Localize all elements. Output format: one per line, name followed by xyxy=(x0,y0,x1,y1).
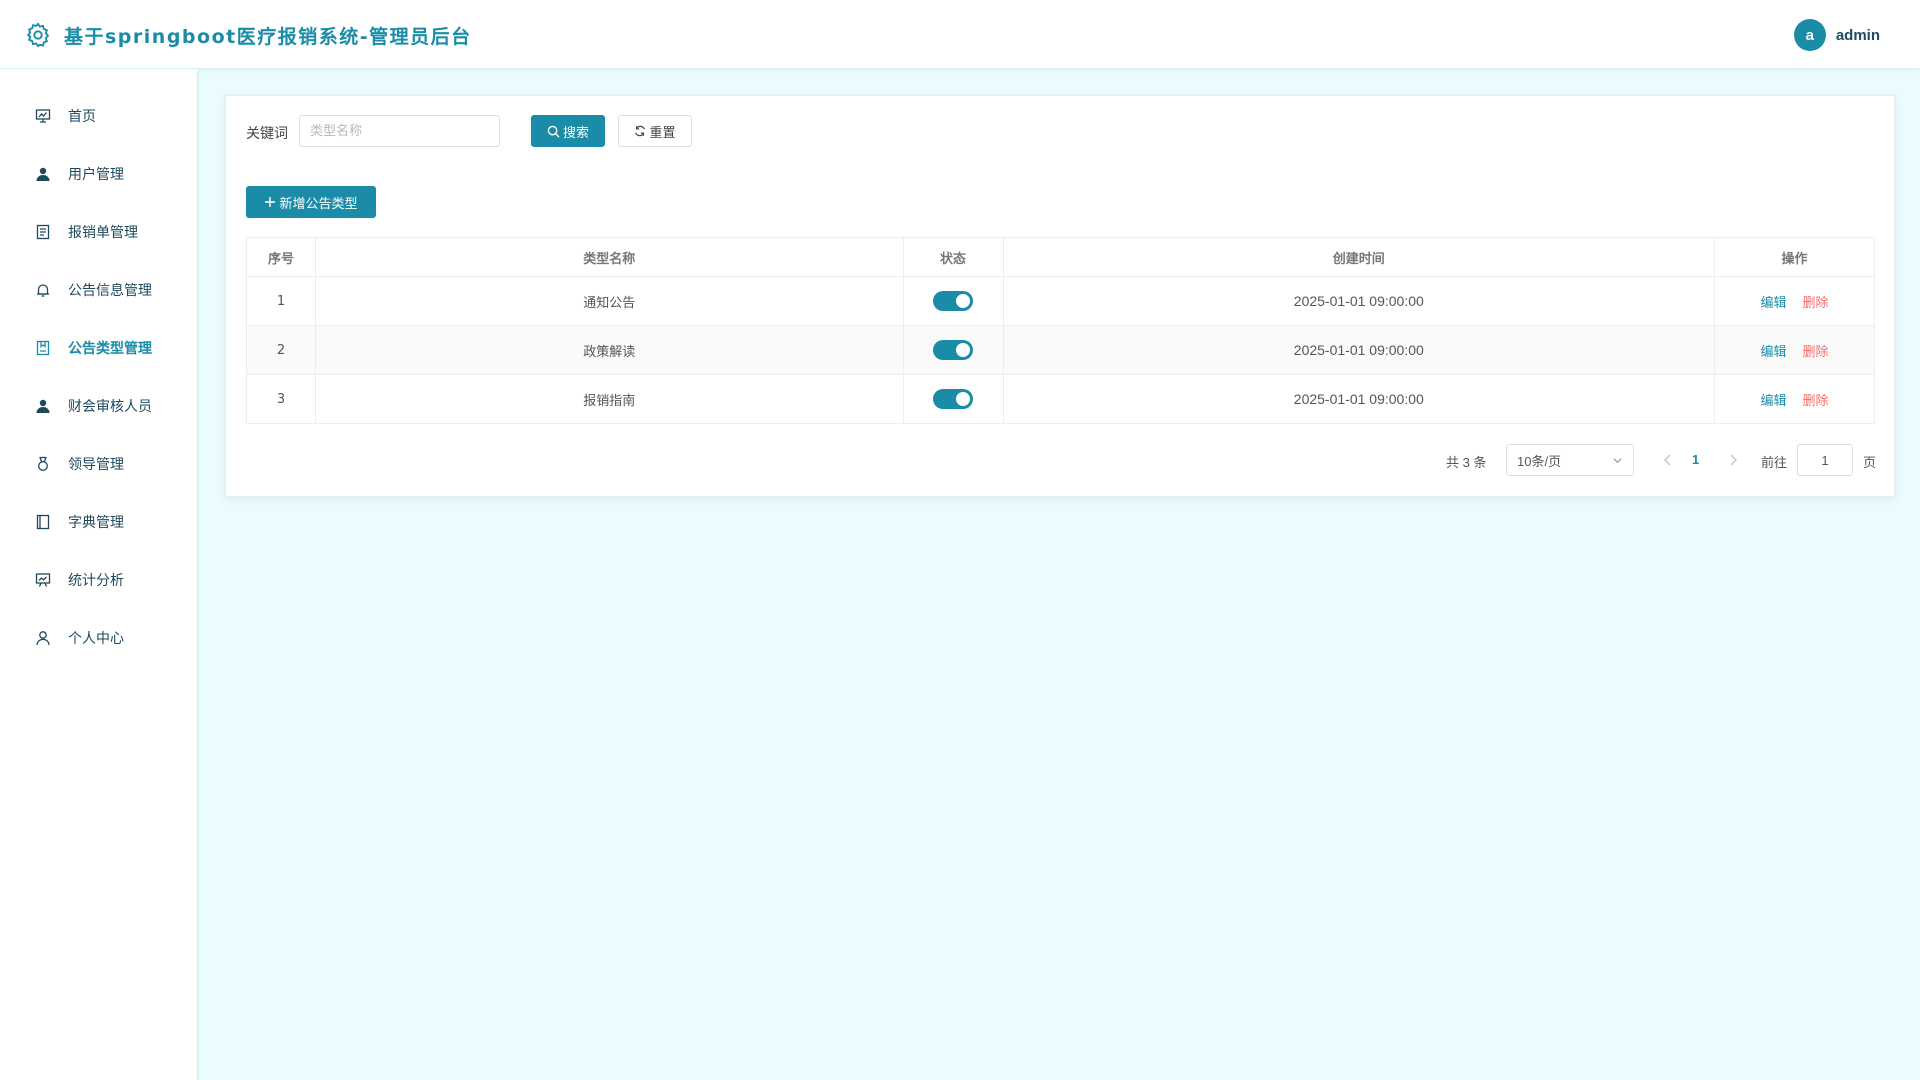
add-button-label: 新增公告类型 xyxy=(279,196,358,212)
prev-page-button[interactable] xyxy=(1659,450,1677,470)
status-cell xyxy=(902,276,1004,326)
status-cell xyxy=(902,325,1004,375)
sidebar-item-label: 报销单管理 xyxy=(68,225,138,241)
user-outline-icon xyxy=(34,629,52,647)
table-row: 3 报销指南 2025-01-01 09:00:00 编辑 删除 xyxy=(246,374,1875,424)
sidebar-item-label: 用户管理 xyxy=(68,167,124,183)
user-icon xyxy=(34,165,52,183)
sidebar-item-dictionary[interactable]: 字典管理 xyxy=(0,502,197,542)
sidebar-item-users[interactable]: 用户管理 xyxy=(0,154,197,194)
created-time: 2025-01-01 09:00:00 xyxy=(1002,325,1716,375)
table-row: 1 通知公告 2025-01-01 09:00:00 编辑 删除 xyxy=(246,276,1875,326)
sidebar-item-label: 首页 xyxy=(68,109,96,125)
data-table: 序号 类型名称 状态 创建时间 操作 1 通知公告 2025-01-01 09:… xyxy=(246,237,1875,424)
search-button[interactable]: 搜索 xyxy=(531,115,605,147)
sidebar-item-label: 统计分析 xyxy=(68,573,124,589)
content-panel: 关键词 搜索 重置 新增公告类型 序号 类型名称 状态 创建时间 操作 1 通知… xyxy=(225,95,1895,497)
sidebar-item-home[interactable]: 首页 xyxy=(0,96,197,136)
username[interactable]: admin xyxy=(1836,27,1880,44)
column-header: 序号 xyxy=(246,237,316,277)
edit-button[interactable]: 编辑 xyxy=(1761,345,1787,360)
actions-cell: 编辑 删除 xyxy=(1714,325,1875,375)
toggle-knob xyxy=(956,294,971,308)
refresh-icon xyxy=(635,125,646,137)
column-header: 状态 xyxy=(902,237,1004,277)
actions-cell: 编辑 删除 xyxy=(1714,276,1875,326)
column-header: 操作 xyxy=(1714,237,1875,277)
sidebar-item-label: 字典管理 xyxy=(68,515,124,531)
type-name: 通知公告 xyxy=(314,276,904,326)
edit-button[interactable]: 编辑 xyxy=(1761,296,1787,311)
page-size-value: 10条/页 xyxy=(1517,453,1562,469)
goto-page-input[interactable] xyxy=(1797,444,1853,476)
edit-button[interactable]: 编辑 xyxy=(1761,394,1787,409)
search-input[interactable] xyxy=(299,115,500,147)
sidebar-item-label: 个人中心 xyxy=(68,631,124,647)
status-cell xyxy=(902,374,1004,424)
keyword-label: 关键词 xyxy=(246,126,288,142)
delete-button[interactable]: 删除 xyxy=(1803,296,1829,311)
top-header: 基于springboot医疗报销系统-管理员后台 a admin xyxy=(0,0,1920,69)
sidebar-item-announcement-types[interactable]: 公告类型管理 xyxy=(0,328,197,368)
table-header-row: 序号 类型名称 状态 创建时间 操作 xyxy=(246,237,1875,277)
document-icon xyxy=(34,223,52,241)
created-time: 2025-01-01 09:00:00 xyxy=(1002,374,1716,424)
pagination-total: 共 3 条 xyxy=(1446,455,1487,470)
search-icon xyxy=(547,125,560,138)
page-suffix-label: 页 xyxy=(1863,455,1877,470)
row-index: 1 xyxy=(246,276,316,326)
row-index: 3 xyxy=(246,374,316,424)
reset-button-label: 重置 xyxy=(649,125,676,141)
page-size-select[interactable]: 10条/页 xyxy=(1506,444,1634,476)
presentation-icon xyxy=(34,571,52,589)
plus-icon xyxy=(265,197,276,207)
notebook-icon xyxy=(34,513,52,531)
status-toggle[interactable] xyxy=(933,340,974,360)
bookmark-icon xyxy=(34,339,52,357)
next-page-button[interactable] xyxy=(1724,450,1742,470)
current-page-number[interactable]: 1 xyxy=(1692,452,1699,467)
user-icon xyxy=(34,397,52,415)
column-header: 类型名称 xyxy=(314,237,904,277)
table-row: 2 政策解读 2025-01-01 09:00:00 编辑 删除 xyxy=(246,325,1875,375)
status-toggle[interactable] xyxy=(933,291,974,311)
search-button-label: 搜索 xyxy=(562,125,589,141)
sidebar-item-profile[interactable]: 个人中心 xyxy=(0,618,197,658)
sidebar-item-finance-auditors[interactable]: 财会审核人员 xyxy=(0,386,197,426)
type-name: 政策解读 xyxy=(314,325,904,375)
sidebar-item-reimbursements[interactable]: 报销单管理 xyxy=(0,212,197,252)
actions-cell: 编辑 删除 xyxy=(1714,374,1875,424)
reset-button[interactable]: 重置 xyxy=(618,115,692,147)
type-name: 报销指南 xyxy=(314,374,904,424)
delete-button[interactable]: 删除 xyxy=(1803,394,1829,409)
avatar[interactable]: a xyxy=(1793,19,1826,51)
toggle-knob xyxy=(956,343,971,357)
delete-button[interactable]: 删除 xyxy=(1803,345,1829,360)
sidebar-item-label: 公告类型管理 xyxy=(68,341,152,357)
toggle-knob xyxy=(956,392,971,406)
add-announcement-type-button[interactable]: 新增公告类型 xyxy=(246,186,376,218)
row-index: 2 xyxy=(246,325,316,375)
sidebar-item-label: 公告信息管理 xyxy=(68,283,152,299)
sidebar-item-statistics[interactable]: 统计分析 xyxy=(0,560,197,600)
sidebar-item-label: 领导管理 xyxy=(68,457,124,473)
app-title: 基于springboot医疗报销系统-管理员后台 xyxy=(64,26,472,48)
sidebar-item-announcements[interactable]: 公告信息管理 xyxy=(0,270,197,310)
sidebar-item-label: 财会审核人员 xyxy=(68,399,152,415)
gear-icon xyxy=(26,22,50,48)
goto-label: 前往 xyxy=(1761,455,1788,470)
created-time: 2025-01-01 09:00:00 xyxy=(1002,276,1716,326)
bell-icon xyxy=(34,281,52,299)
column-header: 创建时间 xyxy=(1002,237,1716,277)
chevron-down-icon xyxy=(1613,457,1622,463)
user-menu[interactable]: a admin xyxy=(1793,19,1880,51)
chart-board-icon xyxy=(34,107,52,125)
status-toggle[interactable] xyxy=(933,389,974,409)
sidebar-item-leaders[interactable]: 领导管理 xyxy=(0,444,197,484)
sidebar: 首页 用户管理 报销单管理 公告信息管理 公告类型管理 财会审核人员 领导管理 … xyxy=(0,69,199,1080)
medal-icon xyxy=(34,455,52,473)
